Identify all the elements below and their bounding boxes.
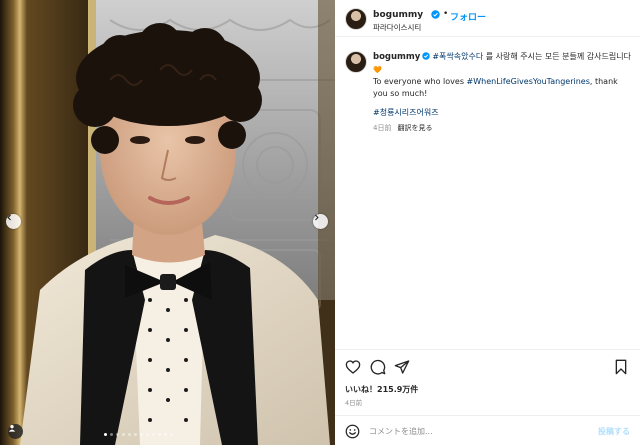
- carousel-dot: [110, 433, 113, 436]
- bookmark-icon[interactable]: [613, 359, 629, 375]
- author-avatar[interactable]: [345, 8, 367, 30]
- post-comment-button[interactable]: 投稿する: [598, 426, 630, 437]
- speech-bubble-icon[interactable]: [370, 359, 386, 375]
- author-username[interactable]: bogummy: [373, 10, 423, 20]
- caption-time-ago: 4日前: [373, 123, 392, 132]
- person-icon: [8, 424, 16, 432]
- verified-badge-icon: [431, 10, 440, 19]
- photo-illustration: [0, 0, 335, 445]
- carousel-dot: [116, 433, 119, 436]
- carousel-dot: [146, 433, 149, 436]
- caption-body: bogummy #폭싹속았수다 를 사랑해 주시는 모든 분들께 감사드립니다🧡 …: [373, 51, 631, 99]
- post-sidebar: bogummy • フォロー 파라다이스시티 bogummy #폭싹속았수다 를 …: [335, 0, 640, 445]
- carousel-dot: [170, 433, 173, 436]
- caption-meta: 4日前 翻訳を見る: [373, 123, 631, 135]
- caption-hashtag-line: #청룡시리즈어워즈: [373, 107, 631, 119]
- chevron-left-icon: [7, 214, 11, 221]
- carousel-indicator: [104, 433, 173, 436]
- engagement-section: いいね！215.9万件 4日前 投稿する: [335, 349, 640, 446]
- post-header: bogummy • フォロー 파라다이스시티: [335, 0, 640, 37]
- heart-emoji: 🧡: [373, 65, 382, 74]
- chevron-right-icon: [315, 214, 319, 221]
- likes-count[interactable]: いいね！215.9万件: [345, 384, 418, 395]
- follow-button[interactable]: フォロー: [450, 10, 486, 23]
- hashtag-link[interactable]: #청룡시리즈어워즈: [373, 108, 439, 117]
- see-translation-link[interactable]: 翻訳を見る: [397, 124, 432, 132]
- smiley-icon[interactable]: [345, 424, 360, 439]
- carousel-dot: [104, 433, 107, 436]
- caption-english-prefix: To everyone who loves: [373, 77, 467, 86]
- carousel-dot: [158, 433, 161, 436]
- comment-input[interactable]: [369, 423, 569, 439]
- post-photo[interactable]: [0, 0, 335, 445]
- next-slide-button[interactable]: [313, 214, 328, 229]
- carousel-dot: [152, 433, 155, 436]
- post-caption: bogummy #폭싹속았수다 를 사랑해 주시는 모든 분들께 감사드립니다🧡 …: [373, 51, 631, 134]
- carousel-dot: [122, 433, 125, 436]
- carousel-dot: [134, 433, 137, 436]
- comment-composer: 投稿する: [335, 415, 640, 447]
- carousel-dot: [164, 433, 167, 436]
- hashtag-link[interactable]: #폭싹속았수다: [432, 52, 483, 61]
- verified-badge-icon: [422, 52, 431, 60]
- header-separator: •: [443, 9, 449, 19]
- caption-korean-text: 를 사랑해 주시는 모든 분들께 감사드립니다: [483, 52, 631, 61]
- caption-author-avatar[interactable]: [345, 51, 367, 73]
- previous-slide-button[interactable]: [6, 214, 21, 229]
- carousel-dot: [128, 433, 131, 436]
- heart-outline-icon[interactable]: [345, 359, 361, 375]
- post-location[interactable]: 파라다이스시티: [373, 22, 421, 33]
- paper-plane-icon[interactable]: [394, 359, 410, 375]
- carousel-dot: [140, 433, 143, 436]
- tagged-users-button[interactable]: [8, 424, 23, 439]
- hashtag-link[interactable]: #WhenLifeGivesYouTangerines: [467, 77, 590, 86]
- caption-username[interactable]: bogummy: [373, 52, 420, 62]
- post-date[interactable]: 4日前: [345, 397, 362, 407]
